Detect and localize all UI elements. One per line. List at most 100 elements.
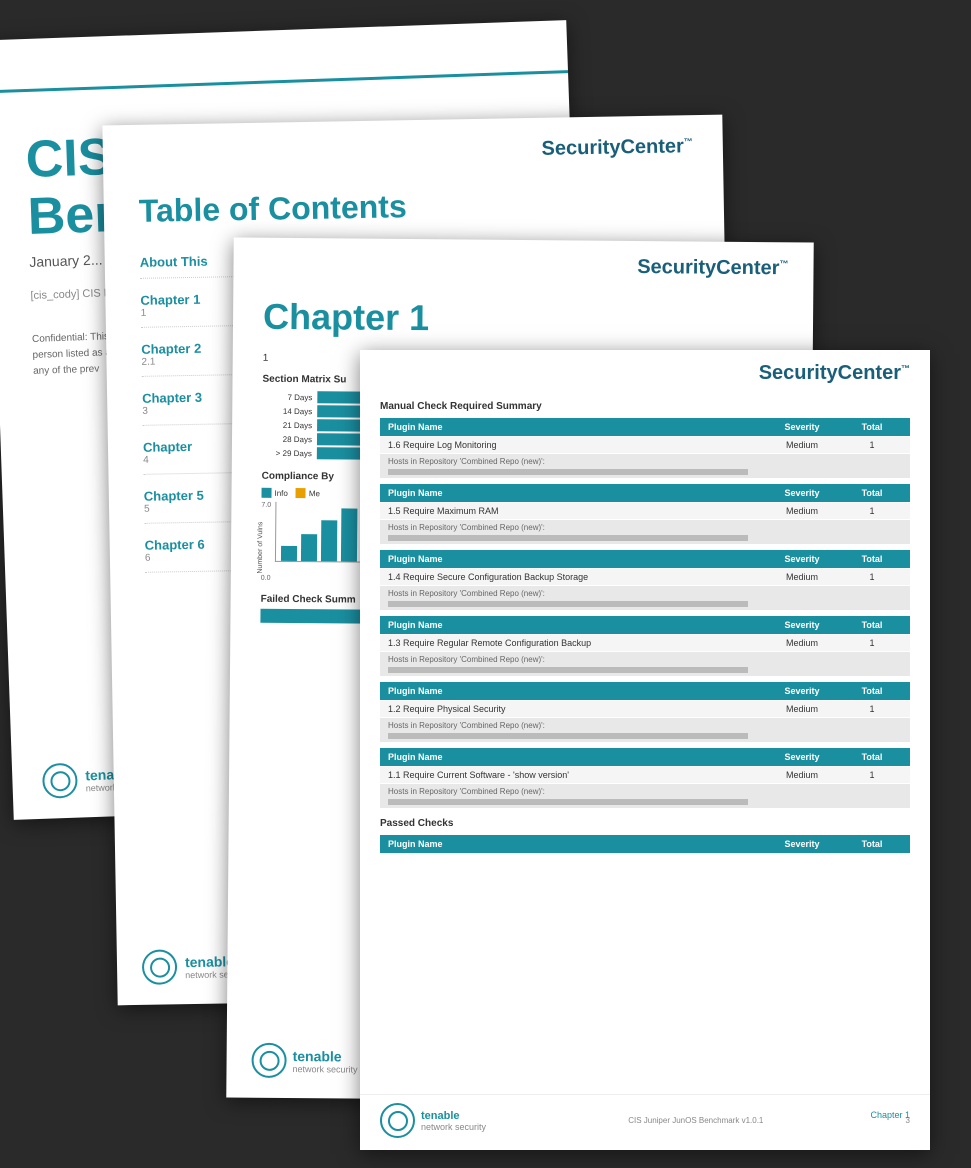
total-5: 1 xyxy=(842,704,902,714)
toc-header: SecurityCenter™ xyxy=(102,115,723,184)
table-5-row: 1.2 Require Physical Security Medium 1 xyxy=(380,701,910,717)
host-row-3: Hosts in Repository 'Combined Repo (new)… xyxy=(380,586,910,610)
host-bar-3 xyxy=(388,601,748,607)
bar-1 xyxy=(281,546,297,561)
host-row-1: Hosts in Repository 'Combined Repo (new)… xyxy=(380,454,910,478)
table-6-row: 1.1 Require Current Software - 'show ver… xyxy=(380,767,910,783)
matrix-label-14days: 14 Days xyxy=(262,406,317,415)
matrix-label-7days: 7 Days xyxy=(262,392,317,401)
col-severity-3: Severity xyxy=(762,554,842,564)
plugin-6: 1.1 Require Current Software - 'show ver… xyxy=(388,770,762,780)
legend-info: Info xyxy=(261,488,287,498)
tenable-name-ch1: tenable xyxy=(293,1048,358,1065)
total-1: 1 xyxy=(842,440,902,450)
legend-info-label: Info xyxy=(274,488,287,497)
table-5: Plugin Name Severity Total 1.2 Require P… xyxy=(380,682,910,742)
plugin-1: 1.6 Require Log Monitoring xyxy=(388,440,762,450)
tenable-logo-inner-toc xyxy=(149,957,169,977)
table-1: Plugin Name Severity Total 1.6 Require L… xyxy=(380,418,910,478)
detail-page: SecurityCenter™ Manual Check Required Su… xyxy=(360,350,930,1150)
col-plugin-name-1: Plugin Name xyxy=(388,422,762,432)
matrix-label-21days: 21 Days xyxy=(262,420,317,429)
table-5-header: Plugin Name Severity Total xyxy=(380,682,910,700)
y-label-7: 7.0 xyxy=(261,502,271,509)
legend-me-icon xyxy=(296,488,306,498)
passed-col-severity: Severity xyxy=(762,839,842,849)
table-2: Plugin Name Severity Total 1.5 Require M… xyxy=(380,484,910,544)
severity-2: Medium xyxy=(762,506,842,516)
total-2: 1 xyxy=(842,506,902,516)
sc-logo-ch1: SecurityCenter™ xyxy=(258,253,788,281)
table-1-row: 1.6 Require Log Monitoring Medium 1 xyxy=(380,437,910,453)
col-total-2: Total xyxy=(842,488,902,498)
table-4-row: 1.3 Require Regular Remote Configuration… xyxy=(380,635,910,651)
host-row-2: Hosts in Repository 'Combined Repo (new)… xyxy=(380,520,910,544)
col-plugin-name-4: Plugin Name xyxy=(388,620,762,630)
total-6: 1 xyxy=(842,770,902,780)
table-1-header: Plugin Name Severity Total xyxy=(380,418,910,436)
host-bar-1 xyxy=(388,469,748,475)
ch1-footer: tenable network security xyxy=(251,1043,357,1079)
toc-title: Table of Contents xyxy=(139,183,690,230)
legend-info-icon xyxy=(261,488,271,498)
tenable-logo-inner-ch1 xyxy=(259,1050,279,1070)
matrix-label-29days: > 29 Days xyxy=(262,448,317,457)
table-3-row: 1.4 Require Secure Configuration Backup … xyxy=(380,569,910,585)
bar-3 xyxy=(321,520,337,561)
tenable-logo-icon xyxy=(42,763,78,799)
y-axis-title: Number of Vulns xyxy=(257,522,264,574)
ch1-title: Chapter 1 xyxy=(263,296,783,343)
tenable-subtitle-detail: network security xyxy=(421,1122,486,1132)
passed-checks-section: Passed Checks Plugin Name Severity Total xyxy=(380,818,910,853)
col-plugin-name-3: Plugin Name xyxy=(388,554,762,564)
total-4: 1 xyxy=(842,638,902,648)
col-total-5: Total xyxy=(842,686,902,696)
tenable-name-detail: tenable xyxy=(421,1110,486,1122)
host-row-4: Hosts in Repository 'Combined Repo (new)… xyxy=(380,652,910,676)
detail-body: Manual Check Required Summary Plugin Nam… xyxy=(360,393,930,862)
host-bar-5 xyxy=(388,733,748,739)
detail-footer: tenable network security CIS Juniper Jun… xyxy=(360,1094,930,1138)
plugin-2: 1.5 Require Maximum RAM xyxy=(388,506,762,516)
sc-logo: SecurityCenter™ xyxy=(133,135,693,168)
table-4-header: Plugin Name Severity Total xyxy=(380,616,910,634)
host-row-5: Hosts in Repository 'Combined Repo (new)… xyxy=(380,718,910,742)
table-2-header: Plugin Name Severity Total xyxy=(380,484,910,502)
col-plugin-name-2: Plugin Name xyxy=(388,488,762,498)
tenable-brand-detail: tenable network security xyxy=(421,1110,486,1132)
col-severity-1: Severity xyxy=(762,422,842,432)
host-bar-4 xyxy=(388,667,748,673)
matrix-label-28days: 28 Days xyxy=(262,434,317,443)
col-total-4: Total xyxy=(842,620,902,630)
table-3-header: Plugin Name Severity Total xyxy=(380,550,910,568)
table-4: Plugin Name Severity Total 1.3 Require R… xyxy=(380,616,910,676)
tenable-brand-ch1: tenable network security xyxy=(292,1048,357,1075)
plugin-5: 1.2 Require Physical Security xyxy=(388,704,762,714)
table-2-row: 1.5 Require Maximum RAM Medium 1 xyxy=(380,503,910,519)
detail-header: SecurityCenter™ xyxy=(360,350,930,393)
chapter-label: Chapter 1 xyxy=(870,1110,910,1120)
tenable-logo-inner xyxy=(50,770,71,791)
footer-logo-area: tenable network security xyxy=(380,1103,486,1138)
table-6-header: Plugin Name Severity Total xyxy=(380,748,910,766)
col-severity-6: Severity xyxy=(762,752,842,762)
col-severity-4: Severity xyxy=(762,620,842,630)
bar-4 xyxy=(341,508,357,561)
tenable-logo-detail xyxy=(380,1103,415,1138)
tenable-logo-ch1 xyxy=(251,1043,286,1078)
host-bar-6 xyxy=(388,799,748,805)
severity-6: Medium xyxy=(762,770,842,780)
y-label-0: 0.0 xyxy=(261,575,271,582)
col-severity-5: Severity xyxy=(762,686,842,696)
plugin-4: 1.3 Require Regular Remote Configuration… xyxy=(388,638,762,648)
col-total-1: Total xyxy=(842,422,902,432)
passed-col-plugin: Plugin Name xyxy=(388,839,762,849)
passed-checks-header: Plugin Name Severity Total xyxy=(380,835,910,853)
total-3: 1 xyxy=(842,572,902,582)
col-plugin-name-6: Plugin Name xyxy=(388,752,762,762)
table-3: Plugin Name Severity Total 1.4 Require S… xyxy=(380,550,910,610)
passed-checks-title: Passed Checks xyxy=(380,818,910,829)
plugin-3: 1.4 Require Secure Configuration Backup … xyxy=(388,572,762,582)
severity-4: Medium xyxy=(762,638,842,648)
sc-logo-detail: SecurityCenter™ xyxy=(380,362,910,385)
